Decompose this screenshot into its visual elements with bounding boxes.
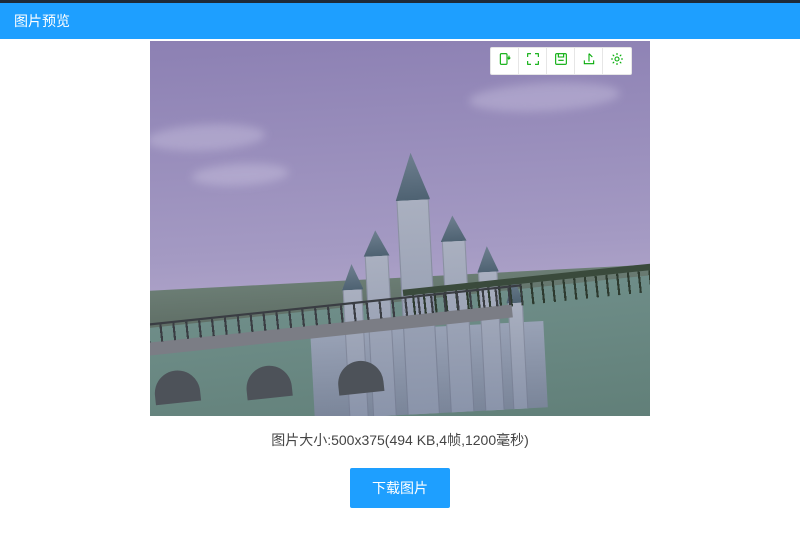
rotate-button[interactable] [491, 48, 519, 74]
main-content: 图片大小:500x375(494 KB,4帧,1200毫秒) 下载图片 [0, 39, 800, 508]
image-info-text: 图片大小:500x375(494 KB,4帧,1200毫秒) [271, 430, 529, 450]
share-button[interactable] [575, 48, 603, 74]
gear-icon [609, 51, 625, 72]
image-content [150, 41, 650, 416]
download-button[interactable]: 下载图片 [350, 468, 450, 508]
image-toolbar [490, 47, 632, 75]
share-icon [581, 51, 597, 72]
header-bar: 图片预览 [0, 3, 800, 39]
save-icon [553, 51, 569, 72]
rotate-icon [497, 51, 513, 72]
fullscreen-icon [525, 51, 541, 72]
preview-image[interactable] [150, 41, 650, 416]
save-button[interactable] [547, 48, 575, 74]
settings-button[interactable] [603, 48, 631, 74]
preview-wrap: 图片大小:500x375(494 KB,4帧,1200毫秒) 下载图片 [0, 39, 800, 508]
fullscreen-button[interactable] [519, 48, 547, 74]
page-title: 图片预览 [14, 13, 70, 29]
